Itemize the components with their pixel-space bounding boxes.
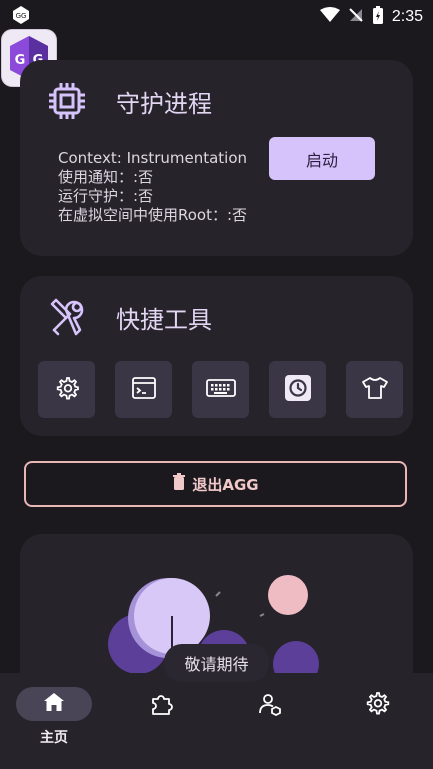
- info-root: 在虚拟空间中使用Root：:否: [58, 206, 248, 224]
- nav-users-pill[interactable]: [232, 687, 308, 725]
- keyboard-icon: [205, 378, 236, 402]
- quick-tools-card: 快捷工具: [20, 276, 413, 436]
- tool-history-button[interactable]: [269, 361, 326, 418]
- shirt-icon: [361, 376, 389, 404]
- tool-shirt-button[interactable]: [346, 361, 403, 418]
- tools-title: 快捷工具: [116, 306, 212, 334]
- tools-icon: [46, 294, 90, 338]
- status-time: 2:35: [391, 8, 423, 25]
- bottom-navigation: 主页: [0, 673, 433, 769]
- exit-label: 退出AGG: [192, 475, 259, 494]
- svg-text:GG: GG: [16, 12, 27, 20]
- chip-icon: [46, 80, 88, 122]
- status-bar: GG 2:35: [0, 0, 433, 30]
- gear-icon: [54, 375, 80, 405]
- tool-keyboard-button[interactable]: [192, 361, 249, 418]
- svg-text:G: G: [15, 53, 26, 68]
- nav-settings[interactable]: [338, 687, 418, 747]
- no-signal-icon: [348, 7, 364, 27]
- puzzle-icon: [149, 691, 175, 721]
- nav-settings-pill[interactable]: [340, 687, 416, 725]
- info-context: Context: Instrumentation: [58, 149, 248, 167]
- settings-icon: [365, 691, 391, 721]
- nav-plugins-pill[interactable]: [124, 687, 200, 725]
- info-guard: 运行守护：:否: [58, 187, 154, 205]
- tools-row: [38, 361, 403, 418]
- guard-title: 守护进程: [116, 90, 212, 118]
- info-notification: 使用通知：:否: [58, 168, 154, 186]
- nav-home-pill[interactable]: [16, 687, 92, 721]
- start-button[interactable]: 启动: [269, 137, 375, 180]
- guard-info: Context: Instrumentation 使用通知：:否 运行守护：:否…: [58, 149, 247, 225]
- tool-terminal-button[interactable]: [115, 361, 172, 418]
- guard-process-card: 守护进程 Context: Instrumentation 使用通知：:否 运行…: [20, 60, 413, 256]
- user-manage-icon: [257, 691, 283, 721]
- coming-soon-tooltip: 敬请期待: [164, 644, 269, 682]
- battery-icon: [372, 5, 384, 29]
- nav-plugins[interactable]: [122, 687, 202, 747]
- history-icon: [284, 374, 312, 406]
- home-icon: [43, 691, 65, 717]
- trash-icon: [172, 473, 186, 495]
- nav-users[interactable]: [230, 687, 310, 747]
- nav-home-label: 主页: [40, 730, 68, 746]
- tool-gear-button[interactable]: [38, 361, 95, 418]
- nav-home[interactable]: 主页: [14, 687, 94, 747]
- notification-icon: GG: [10, 4, 32, 26]
- exit-agg-button[interactable]: 退出AGG: [24, 461, 407, 507]
- terminal-icon: [131, 376, 157, 404]
- wifi-icon: [319, 7, 340, 27]
